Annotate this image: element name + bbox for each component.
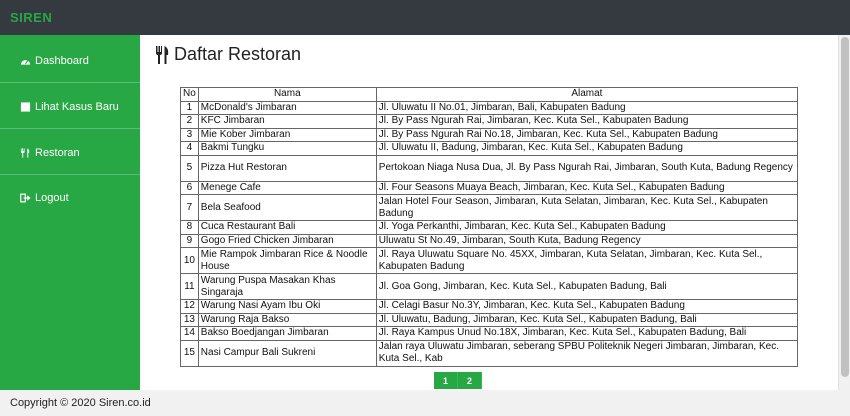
table-row: 5 Pizza Hut Restoran Pertokoan Niaga Nusa …: [180, 154, 799, 182]
cell-alamat: Jl. Yoga Perkanthi, Jimbaran, Kec. Kuta …: [375, 220, 799, 235]
cell-nama: Gogo Fried Chicken Jimbaran: [197, 233, 377, 248]
table-row: 11 Warung Puspa Masakan Khas Singaraja Jl.…: [180, 273, 799, 300]
page-link-2[interactable]: 2: [458, 372, 482, 389]
sidebar-item-label: Dashboard: [35, 54, 89, 67]
utensils-icon: [20, 147, 30, 158]
sidebar-item-label: Lihat Kasus Baru: [35, 100, 119, 113]
cell-alamat: Jalan raya Uluwatu Jimbaran, seberang SP…: [375, 339, 799, 367]
cell-alamat: Jl. Uluwatu II, Badung, Jimbaran, Kec. K…: [375, 141, 799, 156]
sign-out-icon: [20, 193, 31, 203]
table-row: 3 Mie Kober Jimbaran Jl. By Pass Ngurah Ra…: [180, 127, 799, 142]
page-link-1[interactable]: 1: [434, 372, 458, 389]
cell-nama: Warung Raja Bakso: [197, 312, 377, 327]
table-row: 15 Nasi Campur Bali Sukreni Jalan raya Ulu…: [180, 339, 799, 367]
cell-alamat: Jl. Raya Uluwatu Square No. 45XX, Jimbar…: [375, 247, 799, 274]
sidebar-item-label: Logout: [35, 192, 69, 204]
cell-nama: Bakmi Tungku: [197, 141, 377, 156]
cell-alamat: Uluwatu St No.49, Jimbaran, South Kuta, …: [375, 233, 799, 248]
cell-nama: McDonald's Jimbaran: [197, 100, 377, 115]
cell-nama: Mie Rampok Jimbaran Rice & Noodle House: [197, 247, 377, 274]
dashboard-icon: [20, 59, 31, 65]
table-row: 6 Menege Cafe Jl. Four Seasons Muaya Beach…: [180, 180, 799, 195]
cell-no: 1: [180, 100, 199, 115]
table-row: 1 McDonald's Jimbaran Jl. Uluwatu II No.01…: [180, 100, 799, 115]
cell-alamat: Jl. Raya Kampus Unud No.18X, Jimbaran, K…: [375, 326, 799, 341]
square-icon: [20, 101, 31, 112]
sidebar-item-label: Restoran: [35, 146, 80, 159]
table-row: 9 Gogo Fried Chicken Jimbaran Uluwatu St N…: [180, 233, 799, 248]
cell-alamat: Pertokoan Niaga Nusa Dua, Jl. By Pass Ng…: [375, 154, 799, 182]
restaurant-table: No Nama Alamat 1 McDonald's Jimbaran Jl. U…: [180, 87, 799, 367]
sidebar: Dashboard Lihat Kasus Baru Restoran Logo…: [0, 35, 140, 390]
cell-alamat: Jl. Four Seasons Muaya Beach, Jimbaran, …: [375, 180, 799, 195]
cell-alamat: Jl. Uluwatu, Badung, Jimbaran, Kec. Kuta…: [375, 312, 799, 327]
sidebar-item-logout[interactable]: Logout: [0, 176, 140, 220]
cell-nama: Cuca Restaurant Bali: [197, 220, 377, 235]
cell-alamat: Jl. By Pass Ngurah Rai, Jimbaran, Kec. K…: [375, 114, 799, 129]
top-navbar: SIREN: [0, 0, 850, 35]
cell-alamat: Jl. Goa Gong, Jimbaran, Kec. Kuta Sel., …: [375, 273, 799, 300]
table-row: 4 Bakmi Tungku Jl. Uluwatu II, Badung, Jim…: [180, 141, 799, 156]
table-row: 12 Warung Nasi Ayam Ibu Oki Jl. Celagi Bas…: [180, 299, 799, 314]
table-row: 7 Bela Seafood Jalan Hotel Four Season, Ji…: [180, 194, 799, 221]
cell-nama: Warung Puspa Masakan Khas Singaraja: [197, 273, 377, 300]
table-row: 14 Bakso Boedjangan Jimbaran Jl. Raya Kamp…: [180, 326, 799, 341]
cell-no: 11: [180, 273, 199, 300]
cell-no: 12: [180, 299, 199, 314]
cell-no: 10: [180, 247, 199, 274]
column-header-nama: Nama: [197, 87, 377, 102]
cell-nama: Bakso Boedjangan Jimbaran: [197, 326, 377, 341]
vertical-scrollbar[interactable]: [838, 35, 850, 390]
column-header-no: No: [180, 87, 199, 102]
cell-nama: Menege Cafe: [197, 180, 377, 195]
utensils-icon: [156, 45, 169, 64]
cell-nama: Pizza Hut Restoran: [197, 154, 377, 182]
cell-nama: Bela Seafood: [197, 194, 377, 221]
cell-no: 7: [180, 194, 199, 221]
footer: Copyright © 2020 Siren.co.id: [0, 390, 850, 416]
pagination: 1 2: [434, 372, 482, 389]
cell-alamat: Jl. Uluwatu II No.01, Jimbaran, Bali, Ka…: [375, 100, 799, 115]
table-row: 8 Cuca Restaurant Bali Jl. Yoga Perkanthi,…: [180, 220, 799, 235]
cell-no: 2: [180, 114, 199, 129]
cell-nama: Mie Kober Jimbaran: [197, 127, 377, 142]
cell-no: 8: [180, 220, 199, 235]
table-row: 10 Mie Rampok Jimbaran Rice & Noodle Hous…: [180, 247, 799, 274]
cell-no: 9: [180, 233, 199, 248]
cell-no: 6: [180, 180, 199, 195]
page-title-text: Daftar Restoran: [174, 44, 302, 64]
scrollbar-thumb[interactable]: [841, 37, 849, 377]
cell-alamat: Jalan Hotel Four Season, Jimbaran, Kuta …: [375, 194, 799, 221]
table-header-row: No Nama Alamat: [180, 87, 799, 102]
cell-nama: Warung Nasi Ayam Ibu Oki: [197, 299, 377, 314]
sidebar-item-restoran[interactable]: Restoran: [0, 131, 140, 175]
cell-nama: KFC Jimbaran: [197, 114, 377, 129]
cell-no: 13: [180, 312, 199, 327]
sidebar-item-lihat-kasus-baru[interactable]: Lihat Kasus Baru: [0, 85, 140, 129]
table-row: 2 KFC Jimbaran Jl. By Pass Ngurah Rai, Jim…: [180, 114, 799, 129]
table-row: 13 Warung Raja Bakso Jl. Uluwatu, Badung, …: [180, 312, 799, 327]
cell-no: 14: [180, 326, 199, 341]
brand-logo[interactable]: SIREN: [10, 10, 52, 25]
cell-no: 15: [180, 339, 199, 367]
cell-no: 5: [180, 154, 199, 182]
cell-alamat: Jl. Celagi Basur No.3Y, Jimbaran, Kec. K…: [375, 299, 799, 314]
cell-no: 4: [180, 141, 199, 156]
cell-nama: Nasi Campur Bali Sukreni: [197, 339, 377, 367]
column-header-alamat: Alamat: [375, 87, 799, 102]
sidebar-item-dashboard[interactable]: Dashboard: [0, 39, 140, 83]
cell-no: 3: [180, 127, 199, 142]
cell-alamat: Jl. By Pass Ngurah Rai No.18, Jimbaran, …: [375, 127, 799, 142]
page-title: Daftar Restoran: [155, 44, 301, 65]
copyright-text: Copyright © 2020 Siren.co.id: [10, 397, 151, 409]
